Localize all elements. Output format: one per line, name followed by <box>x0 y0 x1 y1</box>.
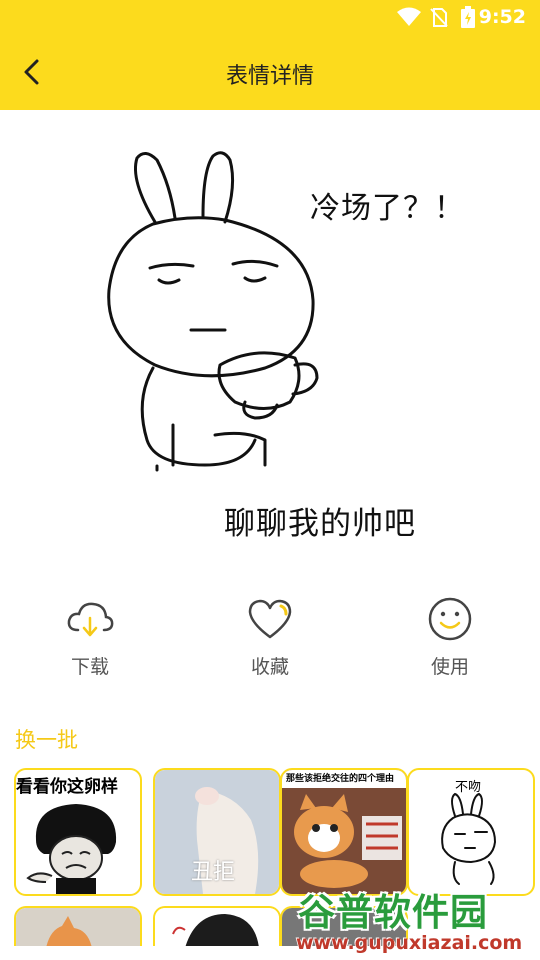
status-bar: 9:52 <box>0 0 540 36</box>
sticker-caption-bottom: 聊聊我的帅吧 <box>224 506 416 542</box>
sticker-thumbnail[interactable]: 丑拒 <box>153 768 281 896</box>
use-button[interactable]: 使用 <box>390 590 510 680</box>
top-bar: 9:52 表情详情 <box>0 0 540 110</box>
refresh-batch-button[interactable]: 换一批 <box>15 724 78 754</box>
sticker-thumbnail[interactable] <box>14 906 142 946</box>
favorite-button[interactable]: 收藏 <box>210 590 330 680</box>
no-sim-icon <box>430 8 448 27</box>
sticker-thumbnail[interactable]: 不吻 <box>407 768 535 896</box>
wifi-icon <box>397 7 421 26</box>
thumbnail-caption: 不吻 <box>455 780 482 795</box>
character-image <box>155 908 279 946</box>
cloud-download-icon <box>67 602 114 637</box>
thumbnail-caption: 看看你这卵样 <box>16 777 118 797</box>
action-bar: 下载 收藏 使用 <box>0 590 540 680</box>
sticker-caption-top: 冷场了？！ <box>310 191 465 226</box>
app-bar: 表情详情 <box>0 36 540 110</box>
favorite-label: 收藏 <box>250 656 289 678</box>
thumbnail-caption: 丑拒 <box>191 860 236 885</box>
watermark-url: www.gupuxiazai.com <box>296 932 523 954</box>
heart-icon <box>248 599 292 639</box>
watermark: 谷普软件园 www.gupuxiazai.com <box>294 880 540 960</box>
page-title: 表情详情 <box>225 64 314 89</box>
thumbnail-caption: 那些该拒绝交往的四个理由 <box>286 774 395 784</box>
download-label: 下载 <box>70 656 109 678</box>
battery-charging-icon <box>461 6 475 28</box>
use-label: 使用 <box>430 656 469 678</box>
sticker-thumbnail[interactable]: 那些该拒绝交往的四个理由 <box>280 768 408 896</box>
smiley-icon <box>428 597 472 641</box>
watermark-brand: 谷普软件园 <box>298 891 488 934</box>
status-time: 9:52 <box>478 6 526 28</box>
orange-cat-image <box>282 770 406 894</box>
sticker-thumbnail[interactable]: 看看你这卵样 <box>14 768 142 896</box>
cat-image <box>16 908 140 946</box>
sticker-thumbnail[interactable] <box>153 906 281 946</box>
download-button[interactable]: 下载 <box>30 590 150 680</box>
